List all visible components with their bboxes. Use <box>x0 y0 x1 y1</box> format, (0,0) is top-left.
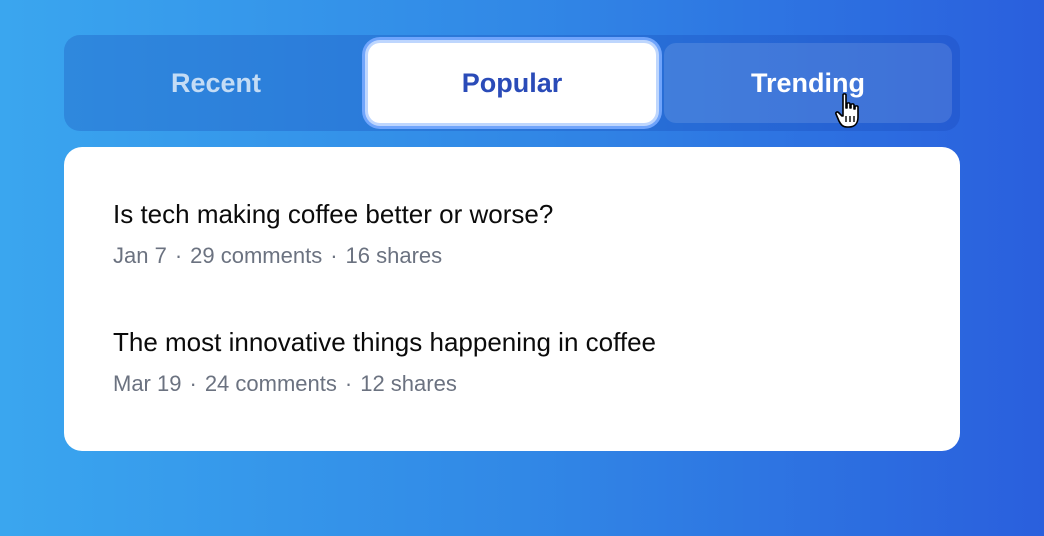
tab-recent-label: Recent <box>170 67 262 98</box>
meta-separator: · <box>189 371 197 396</box>
post-shares: 12 shares <box>360 371 457 396</box>
tab-trending[interactable]: Trending <box>664 43 952 123</box>
post-comments: 24 comments <box>204 371 337 396</box>
list-item[interactable]: Is tech making coffee better or worse? J… <box>113 199 553 269</box>
post-meta: Mar 19 · 24 comments · 12 shares <box>113 371 656 397</box>
post-date: Mar 19 <box>113 371 182 396</box>
tab-recent[interactable]: Recent <box>72 43 360 123</box>
tab-bar: Recent Popular Trending <box>64 35 960 131</box>
post-date: Jan 7 <box>113 243 167 268</box>
tab-trending-label: Trending <box>751 67 865 98</box>
post-meta: Jan 7 · 29 comments · 16 shares <box>113 243 553 269</box>
list-item[interactable]: The most innovative things happening in … <box>113 327 656 397</box>
tab-popular[interactable]: Popular <box>368 43 656 123</box>
meta-separator: · <box>344 371 353 396</box>
post-title[interactable]: Is tech making coffee better or worse? <box>113 199 553 229</box>
post-shares: 16 shares <box>345 243 443 268</box>
meta-separator: · <box>174 243 183 268</box>
meta-separator: · <box>330 243 338 268</box>
tab-popular-label: Popular <box>461 67 563 98</box>
post-comments: 29 comments <box>190 243 323 268</box>
posts-card: Is tech making coffee better or worse? J… <box>64 147 960 451</box>
post-title[interactable]: The most innovative things happening in … <box>113 327 656 357</box>
